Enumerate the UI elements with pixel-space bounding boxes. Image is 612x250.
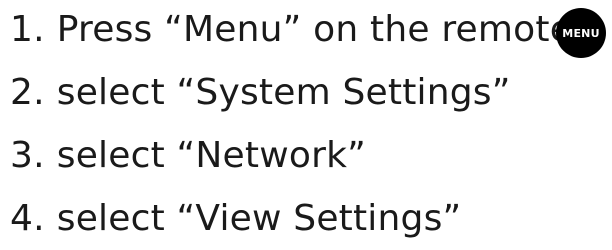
step-number: 3. [10, 135, 45, 176]
step-1: 1. Press “Menu” on the remote [10, 7, 572, 53]
instruction-steps: 1. Press “Menu” on the remote 2. select “S… [0, 0, 612, 250]
step-number: 2. [10, 72, 45, 113]
step-number: 1. [10, 9, 45, 50]
step-text: select “Network” [56, 135, 366, 176]
step-2: 2. select “System Settings” [10, 70, 511, 116]
step-text: select “View Settings” [56, 198, 462, 239]
menu-badge-label: MENU [562, 26, 600, 40]
step-text: select “System Settings” [56, 72, 511, 113]
step-text: Press “Menu” on the remote [56, 9, 573, 50]
step-4: 4. select “View Settings” [10, 196, 461, 242]
step-3: 3. select “Network” [10, 133, 366, 179]
step-number: 4. [10, 198, 45, 239]
menu-button-icon: MENU [556, 8, 606, 58]
